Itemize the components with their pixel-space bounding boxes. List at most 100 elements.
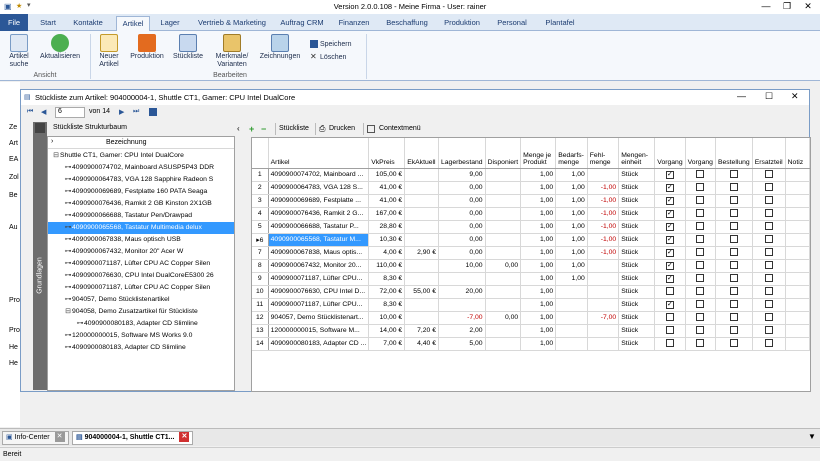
cell-fehlmenge[interactable]: -1,00: [587, 233, 620, 247]
speichern-button[interactable]: Speichern: [310, 40, 351, 49]
cell-disponiert[interactable]: [485, 324, 522, 338]
tab-auftrag-crm[interactable]: Auftrag CRM: [278, 16, 326, 31]
cell-ekaktuell[interactable]: [404, 311, 439, 325]
cell-fehlmenge[interactable]: [587, 337, 620, 351]
checkbox[interactable]: [764, 338, 773, 347]
tab-kontakte[interactable]: Kontakte: [68, 16, 108, 31]
cell-vkpreis[interactable]: 8,30 €: [368, 298, 406, 312]
cell-menge[interactable]: 1,00: [520, 181, 557, 195]
tab-start[interactable]: Start: [34, 16, 62, 31]
cell-artikel[interactable]: 4090900076630, CPU Intel D...: [268, 285, 370, 299]
cell-checkbox[interactable]: [752, 168, 786, 182]
checkbox[interactable]: [764, 221, 773, 230]
expander-icon[interactable]: ⊟: [64, 306, 72, 318]
cell-fehlmenge[interactable]: -1,00: [587, 207, 620, 221]
checkbox[interactable]: [696, 325, 705, 334]
cell-checkbox[interactable]: ✓: [654, 298, 686, 312]
cell-checkbox[interactable]: [752, 259, 786, 273]
stueckliste-button[interactable]: Stückliste: [170, 34, 206, 61]
cell-menge[interactable]: 1,00: [520, 324, 557, 338]
checkbox[interactable]: [696, 221, 705, 230]
checkbox[interactable]: ✓: [665, 235, 674, 244]
checkbox[interactable]: [729, 325, 738, 334]
cell-einheit[interactable]: Stück: [618, 311, 656, 325]
cell-checkbox[interactable]: [654, 285, 686, 299]
cell-bedarf[interactable]: [555, 285, 588, 299]
col-header-ekaktuell[interactable]: EkAktuell: [404, 138, 439, 169]
cell-fehlmenge[interactable]: -1,00: [587, 220, 620, 234]
checkbox[interactable]: ✓: [665, 222, 674, 231]
minimize-button[interactable]: —: [756, 1, 776, 11]
cell-bedarf[interactable]: 1,00: [555, 220, 588, 234]
cell-checkbox[interactable]: [715, 207, 753, 221]
cell-einheit[interactable]: Stück: [618, 194, 656, 208]
close-button[interactable]: ✕: [798, 1, 818, 12]
cell-einheit[interactable]: Stück: [618, 324, 656, 338]
checkbox[interactable]: [696, 208, 705, 217]
tree-item[interactable]: ⊶4090900074702, Mainboard ASUSP5P43 DDR: [48, 162, 234, 174]
cell-fehlmenge[interactable]: [587, 168, 620, 182]
stueckliste-grid[interactable]: Artikel VkPreis EkAktuell Lagerbestand D…: [251, 137, 811, 392]
cell-lagerbestand[interactable]: 9,00: [438, 168, 486, 182]
cell-disponiert[interactable]: [485, 246, 522, 260]
cell-lagerbestand[interactable]: 0,00: [438, 181, 486, 195]
cell-checkbox[interactable]: ✓: [654, 168, 686, 182]
cell-checkbox[interactable]: ✓: [654, 181, 686, 195]
cell-bedarf[interactable]: 1,00: [555, 272, 588, 286]
cell-menge[interactable]: 1,00: [520, 337, 557, 351]
checkbox[interactable]: [764, 325, 773, 334]
checkbox[interactable]: [696, 312, 705, 321]
cell-menge[interactable]: 1,00: [520, 194, 557, 208]
row-header[interactable]: 7: [252, 246, 269, 260]
cell-lagerbestand[interactable]: 5,00: [438, 337, 486, 351]
col-header-artikel[interactable]: Artikel: [268, 138, 370, 169]
cell-artikel[interactable]: 4090900064783, VGA 128 S...: [268, 181, 370, 195]
checkbox[interactable]: ✓: [665, 196, 674, 205]
row-header[interactable]: 5: [252, 220, 269, 234]
cell-disponiert[interactable]: 0,00: [485, 259, 522, 273]
cell-fehlmenge[interactable]: [587, 285, 620, 299]
cell-checkbox[interactable]: [685, 194, 716, 208]
checkbox[interactable]: ✓: [665, 300, 674, 309]
cell-vkpreis[interactable]: 10,30 €: [368, 233, 406, 247]
cell-ekaktuell[interactable]: [404, 220, 439, 234]
cell-ekaktuell[interactable]: 55,00 €: [404, 285, 439, 299]
tree-item[interactable]: ⊶4090900080183, Adapter CD Slimline: [48, 318, 234, 330]
tree-item[interactable]: ⊶120000000015, Software MS Works 9.0: [48, 330, 234, 342]
first-record-icon[interactable]: ⏮: [27, 108, 33, 116]
cell-checkbox[interactable]: [752, 285, 786, 299]
cell-notiz[interactable]: [785, 259, 810, 273]
col-header-ersatzteil[interactable]: Ersatzteil: [752, 138, 786, 169]
cell-checkbox[interactable]: [715, 272, 753, 286]
cell-checkbox[interactable]: ✓: [654, 233, 686, 247]
cell-bedarf[interactable]: [555, 324, 588, 338]
drucken-button[interactable]: Drucken: [329, 125, 355, 132]
table-row[interactable]: 10 4090900076630, CPU Intel D... 72,00 €55…: [252, 285, 810, 299]
cell-menge[interactable]: 1,00: [520, 233, 557, 247]
cell-fehlmenge[interactable]: -1,00: [587, 194, 620, 208]
produktion-button[interactable]: Produktion: [128, 34, 166, 61]
table-row[interactable]: 14 4090900080183, Adapter CD ... 7,00 €4,4…: [252, 337, 810, 351]
cell-notiz[interactable]: [785, 311, 810, 325]
save-record-icon[interactable]: [149, 108, 157, 116]
col-header-lagerbestand[interactable]: Lagerbestand: [438, 138, 486, 169]
checkbox[interactable]: [696, 273, 705, 282]
close-tab-icon[interactable]: ✕: [179, 432, 190, 443]
cell-bedarf[interactable]: 1,00: [555, 233, 588, 247]
cell-notiz[interactable]: [785, 246, 810, 260]
tab-overflow-icon[interactable]: ▼: [808, 432, 816, 441]
tab-plantafel[interactable]: Plantafel: [540, 16, 580, 31]
table-row[interactable]: 7 4090900067838, Maus optis... 4,00 €2,90 …: [252, 246, 810, 260]
cell-vkpreis[interactable]: 72,00 €: [368, 285, 406, 299]
checkbox[interactable]: [729, 195, 738, 204]
cell-einheit[interactable]: Stück: [618, 259, 656, 273]
cell-notiz[interactable]: [785, 220, 810, 234]
cell-einheit[interactable]: Stück: [618, 220, 656, 234]
cell-lagerbestand[interactable]: 0,00: [438, 246, 486, 260]
cell-checkbox[interactable]: ✓: [654, 259, 686, 273]
cell-menge[interactable]: 1,00: [520, 207, 557, 221]
artikel-suche-button[interactable]: Artikel suche: [4, 34, 34, 69]
tab-finanzen[interactable]: Finanzen: [334, 16, 374, 31]
cell-einheit[interactable]: Stück: [618, 272, 656, 286]
checkbox[interactable]: [729, 234, 738, 243]
